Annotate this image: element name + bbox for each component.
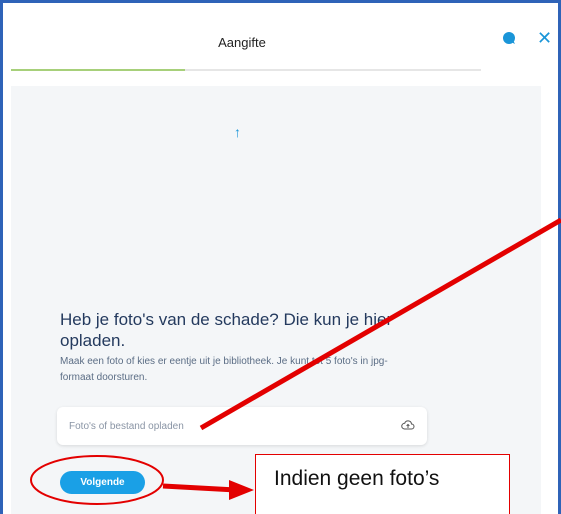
annotation-arrow-line: [162, 483, 237, 493]
annotation-line: [199, 217, 561, 431]
annotation-arrow-head: [229, 480, 254, 500]
annotation-note: Indien geen foto’s: [255, 454, 510, 514]
annotation-overlay: [30, 217, 561, 505]
annotation-ellipse: [30, 455, 164, 505]
